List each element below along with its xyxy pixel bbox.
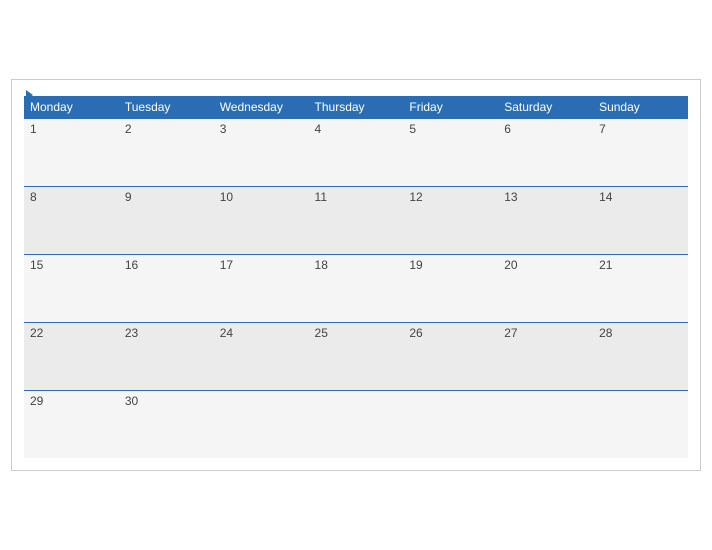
- day-number: 18: [315, 258, 328, 272]
- day-number: 12: [409, 190, 422, 204]
- week-row-5: 29 30: [24, 390, 688, 458]
- calendar-cell: 13: [498, 186, 593, 254]
- day-number: 1: [30, 122, 37, 136]
- calendar-cell: 15: [24, 254, 119, 322]
- calendar-cell: [593, 390, 688, 458]
- week-row-2: 8 9 10 11 12 13 14: [24, 186, 688, 254]
- weekday-header-row: MondayTuesdayWednesdayThursdayFridaySatu…: [24, 96, 688, 119]
- calendar-cell: 6: [498, 118, 593, 186]
- day-number: 4: [315, 122, 322, 136]
- calendar: MondayTuesdayWednesdayThursdayFridaySatu…: [11, 79, 701, 472]
- day-number: 5: [409, 122, 416, 136]
- day-number: 3: [220, 122, 227, 136]
- calendar-cell: 23: [119, 322, 214, 390]
- calendar-cell: 18: [309, 254, 404, 322]
- day-number: 15: [30, 258, 43, 272]
- day-number: 6: [504, 122, 511, 136]
- calendar-cell: 8: [24, 186, 119, 254]
- calendar-cell: 20: [498, 254, 593, 322]
- calendar-cell: 24: [214, 322, 309, 390]
- day-number: 2: [125, 122, 132, 136]
- day-number: 27: [504, 326, 517, 340]
- calendar-cell: 21: [593, 254, 688, 322]
- week-row-1: 1 2 3 4 5 6 7: [24, 118, 688, 186]
- day-number: 9: [125, 190, 132, 204]
- day-number: 16: [125, 258, 138, 272]
- day-number: 13: [504, 190, 517, 204]
- day-number: 30: [125, 394, 138, 408]
- day-number: 10: [220, 190, 233, 204]
- calendar-cell: 27: [498, 322, 593, 390]
- weekday-header-friday: Friday: [403, 96, 498, 119]
- calendar-cell: 4: [309, 118, 404, 186]
- calendar-cell: 3: [214, 118, 309, 186]
- day-number: 25: [315, 326, 328, 340]
- day-number: 14: [599, 190, 612, 204]
- calendar-cell: 16: [119, 254, 214, 322]
- weekday-header-tuesday: Tuesday: [119, 96, 214, 119]
- calendar-cell: [309, 390, 404, 458]
- calendar-cell: 19: [403, 254, 498, 322]
- week-row-4: 22 23 24 25 26 27 28: [24, 322, 688, 390]
- day-number: 19: [409, 258, 422, 272]
- day-number: 24: [220, 326, 233, 340]
- day-number: 8: [30, 190, 37, 204]
- calendar-cell: 5: [403, 118, 498, 186]
- calendar-cell: [214, 390, 309, 458]
- calendar-cell: 26: [403, 322, 498, 390]
- day-number: 17: [220, 258, 233, 272]
- weekday-header-thursday: Thursday: [309, 96, 404, 119]
- calendar-cell: [498, 390, 593, 458]
- day-number: 23: [125, 326, 138, 340]
- calendar-cell: 2: [119, 118, 214, 186]
- weekday-header-sunday: Sunday: [593, 96, 688, 119]
- brand-logo: [24, 90, 33, 100]
- calendar-cell: 10: [214, 186, 309, 254]
- day-number: 20: [504, 258, 517, 272]
- calendar-cell: 11: [309, 186, 404, 254]
- weekday-header-monday: Monday: [24, 96, 119, 119]
- calendar-cell: 25: [309, 322, 404, 390]
- day-number: 22: [30, 326, 43, 340]
- calendar-cell: 7: [593, 118, 688, 186]
- day-number: 11: [315, 190, 327, 204]
- calendar-cell: 28: [593, 322, 688, 390]
- calendar-cell: 17: [214, 254, 309, 322]
- day-number: 26: [409, 326, 422, 340]
- week-row-3: 15 16 17 18 19 20 21: [24, 254, 688, 322]
- brand-triangle-icon: [26, 90, 33, 100]
- day-number: 7: [599, 122, 606, 136]
- calendar-table: MondayTuesdayWednesdayThursdayFridaySatu…: [24, 96, 688, 459]
- calendar-cell: 9: [119, 186, 214, 254]
- calendar-cell: 14: [593, 186, 688, 254]
- calendar-cell: 12: [403, 186, 498, 254]
- day-number: 21: [599, 258, 612, 272]
- calendar-cell: 22: [24, 322, 119, 390]
- calendar-cell: 1: [24, 118, 119, 186]
- calendar-cell: [403, 390, 498, 458]
- calendar-cell: 29: [24, 390, 119, 458]
- weekday-header-saturday: Saturday: [498, 96, 593, 119]
- weekday-header-wednesday: Wednesday: [214, 96, 309, 119]
- calendar-cell: 30: [119, 390, 214, 458]
- brand-blue-text: [24, 90, 33, 100]
- day-number: 29: [30, 394, 43, 408]
- day-number: 28: [599, 326, 612, 340]
